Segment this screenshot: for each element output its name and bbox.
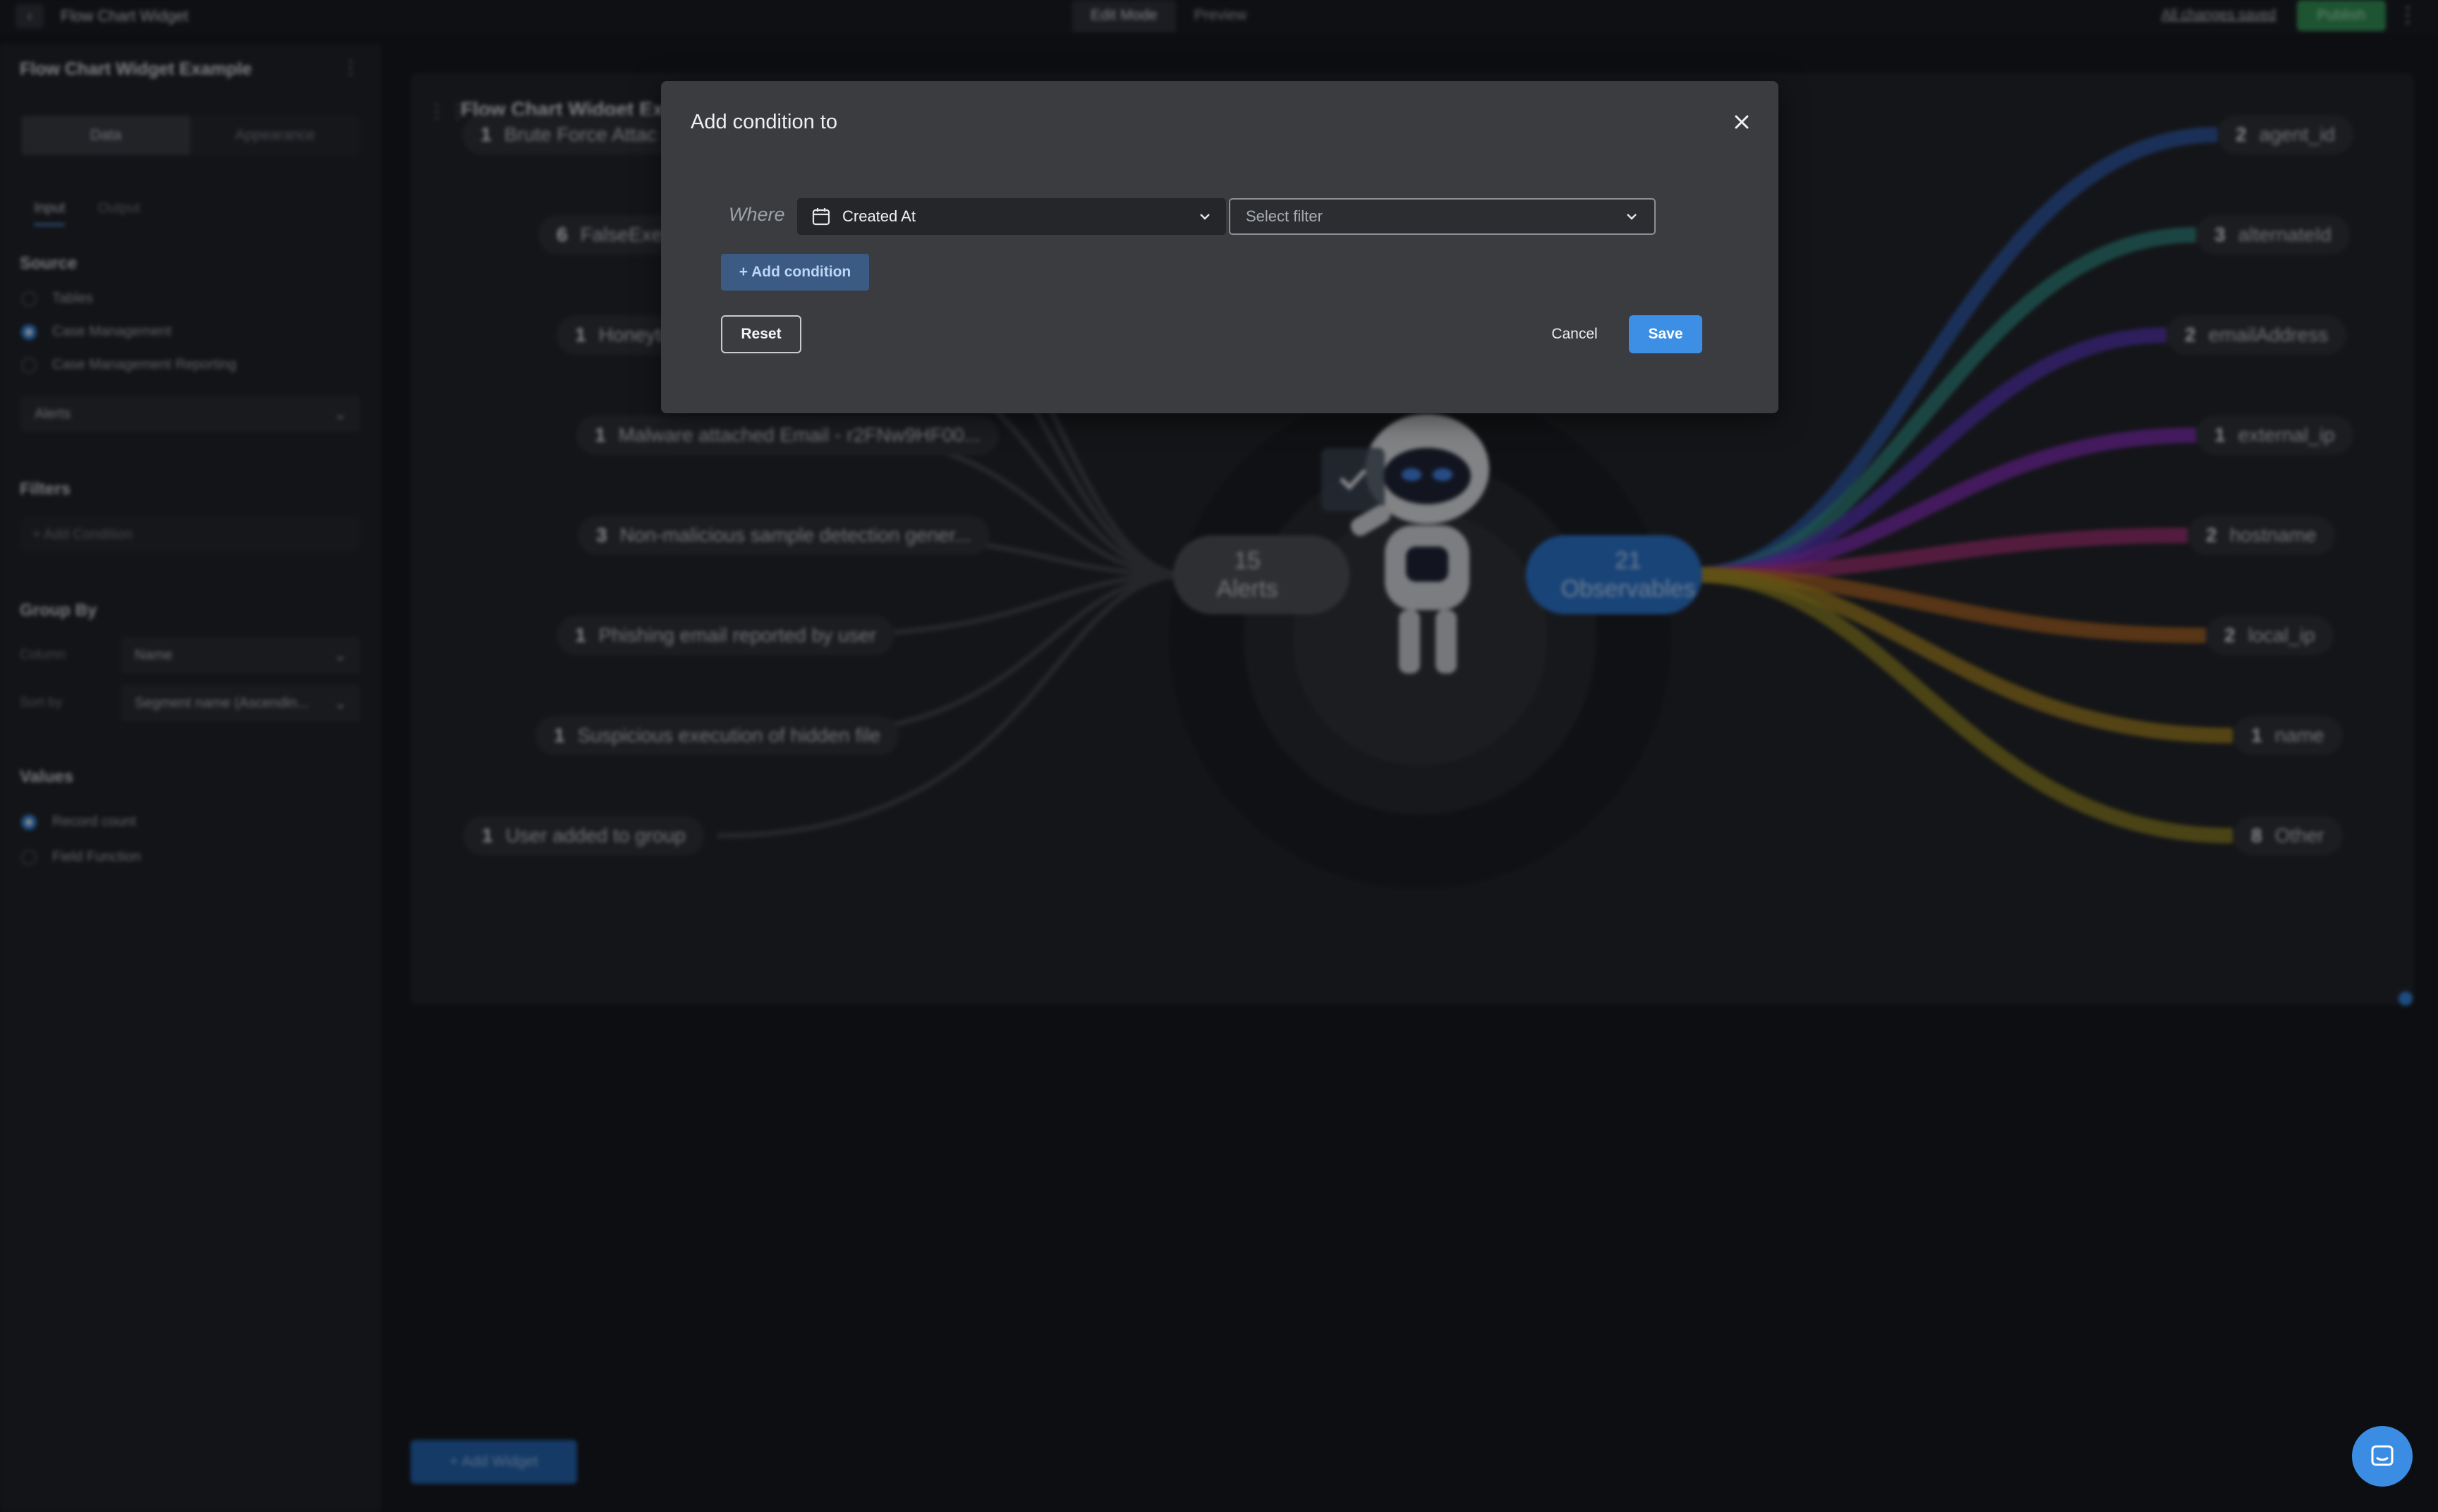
add-condition-modal: Add condition to Where Created At Select… [661, 81, 1778, 413]
reset-button[interactable]: Reset [721, 315, 801, 353]
calendar-icon [812, 208, 830, 226]
chevron-down-icon [1200, 214, 1210, 220]
chat-icon [2371, 1445, 2394, 1466]
cancel-button[interactable]: Cancel [1541, 315, 1608, 353]
modal-title: Add condition to [691, 111, 837, 133]
chevron-down-icon [1627, 214, 1637, 220]
field-select[interactable]: Created At [797, 198, 1226, 235]
filter-select-placeholder: Select filter [1246, 207, 1323, 225]
save-button[interactable]: Save [1629, 315, 1702, 353]
close-button[interactable] [1729, 109, 1754, 135]
field-select-value: Created At [842, 207, 916, 225]
filter-select[interactable]: Select filter [1229, 198, 1656, 235]
chat-launcher-button[interactable] [2352, 1426, 2413, 1487]
close-icon [1735, 115, 1749, 129]
where-label: Where [729, 204, 785, 225]
add-condition-button[interactable]: + Add condition [721, 254, 869, 291]
app-root: ‹ Flow Chart Widget Edit Mode Preview Al… [0, 0, 2438, 1512]
